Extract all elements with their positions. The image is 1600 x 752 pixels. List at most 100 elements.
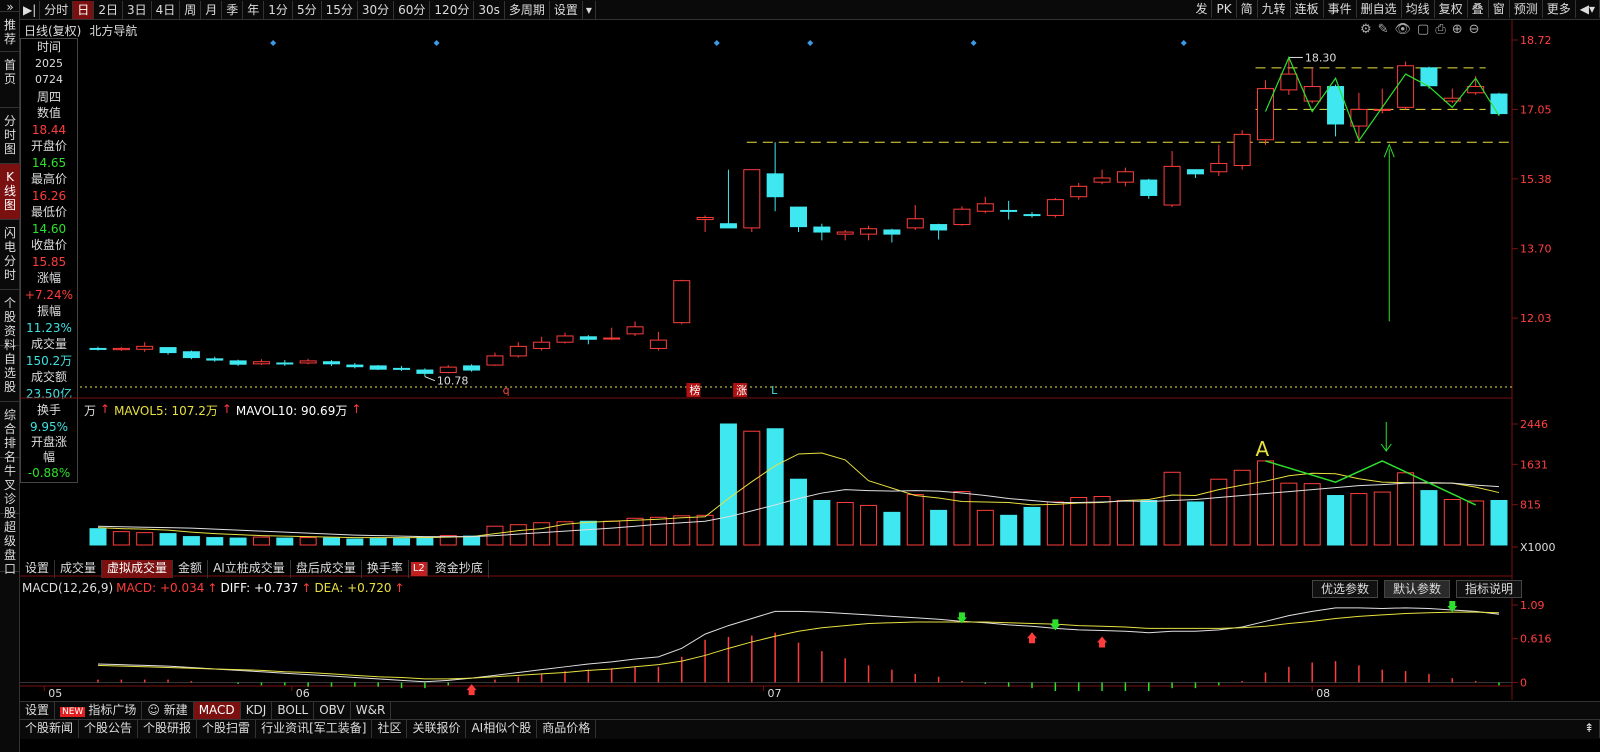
volume-bar-5 [206,537,224,546]
period-tab-9[interactable]: 1分 [264,0,293,19]
volume-bar-54 [1350,493,1368,546]
toolbar-right-item-3[interactable]: 九转 [1258,0,1291,18]
indicator-tab-2[interactable]: ☺ 新建 [142,701,194,720]
volume-bar-50 [1257,460,1274,546]
period-tab-7[interactable]: 季 [222,0,244,19]
toolbar-right-item-12[interactable]: 更多 [1543,0,1576,18]
candle-body-10 [323,361,340,365]
indicator-tab-0[interactable]: 设置 [20,701,56,720]
volume-bar-45 [1140,499,1158,546]
volume-tab-1[interactable]: 成交量 [55,560,103,578]
kline-chart[interactable]: 18.7217.0515.3813.7012.0318.3010.78q 榜涨 L2… [0,0,1600,752]
nav-item-2[interactable]: 分时图 [0,108,20,164]
change-value: +7.24% [24,287,74,302]
toolbar-right-item-11[interactable]: 预测 [1510,0,1543,18]
period-tab-11[interactable]: 15分 [322,0,358,19]
volume-tab-4[interactable]: AI立桩成交量 [208,560,291,578]
value-label: 数值 [36,106,61,120]
toolbar-right-item-0[interactable]: 发 [1191,0,1213,18]
period-tab-12[interactable]: 30分 [358,0,395,19]
toolbar-right-item-10[interactable]: 窗 [1489,0,1510,18]
bottom-tab-0[interactable]: 个股新闻 [20,720,80,738]
candle-body-27 [719,223,737,229]
bottom-tab-7[interactable]: AI相似个股 [466,720,538,738]
nav-item-0[interactable]: 推荐 [0,12,20,52]
indicator-help-button[interactable]: 指标说明 [1456,580,1523,598]
period-tab-4[interactable]: 4日 [152,0,181,19]
nav-item-5[interactable]: 个股资料 [0,290,20,352]
volume-tab-6[interactable]: 换手率 [362,560,409,578]
period-tab-0[interactable]: 分时 [40,0,74,19]
toolbar-right-item-7[interactable]: 均线 [1402,0,1435,18]
volume-tab-8[interactable]: 资金抄底 [430,560,489,578]
indicator-tab-4[interactable]: KDJ [241,701,273,720]
candle-body-34 [883,229,901,235]
toolbar-right-item-5[interactable]: 事件 [1324,0,1357,18]
volume-tab-0[interactable]: 设置 [20,560,56,578]
nav-item-3[interactable]: K线图 [0,164,20,220]
period-tab-17[interactable]: 设置 [550,0,583,19]
weekday-value: 周四 [36,89,61,104]
optimal-params-button[interactable]: 优选参数 [1312,580,1379,598]
nav-item-9[interactable]: 超级盘口 [0,514,20,576]
period-tab-10[interactable]: 5分 [293,0,322,19]
indicator-tab-7[interactable]: W&R [351,701,392,720]
candle-body-47 [1186,169,1204,175]
indicator-tab-3[interactable]: MACD [193,701,241,720]
bottom-tab-4[interactable]: 行业资讯[军工装备] [256,720,373,738]
toolbar-right-item-1[interactable]: PK [1212,0,1237,18]
high-marker-label: 18.30 [1305,51,1337,64]
period-tab-5[interactable]: 周 [180,0,202,19]
toolbar-right-item-2[interactable]: 简 [1237,0,1258,18]
event-marker-bg-1 [686,383,701,397]
candle-body-22 [603,337,621,340]
nav-collapse-icon[interactable]: » [0,0,20,13]
period-tab-8[interactable]: 年 [243,0,265,19]
period-tab-6[interactable]: 月 [201,0,223,19]
bottom-tab-6[interactable]: 关联报价 [407,720,467,738]
candle-body-2 [136,345,154,350]
scroll-top-icon[interactable]: ⇞ [1579,720,1600,738]
chart-tool-icons[interactable]: ⚙✎👁▢⎙⊕⊖ [1360,22,1486,37]
back-icon[interactable]: ◀▾ [1576,0,1600,18]
indicator-tab-1[interactable]: NEW 指标广场 [55,701,143,720]
period-tab-2[interactable]: 2日 [94,0,123,19]
volume-bar-17 [486,525,504,546]
volume-bar-12 [369,538,387,546]
bottom-tab-1[interactable]: 个股公告 [79,720,139,738]
bottom-tab-3[interactable]: 个股扫雷 [197,720,257,738]
toolbar-right-item-6[interactable]: 删自选 [1357,0,1402,18]
period-tab-3[interactable]: 3日 [123,0,152,19]
nav-item-7[interactable]: 综合排名 [0,402,20,464]
bottom-tab-5[interactable]: 社区 [372,720,408,738]
period-tab-13[interactable]: 60分 [394,0,431,19]
period-tab-16[interactable]: 多周期 [505,0,550,19]
volume-tab-3[interactable]: 金额 [173,560,209,578]
nav-item-4[interactable]: 闪电分时 [0,220,20,290]
open-value: 14.65 [31,155,67,170]
candle-body-25 [673,280,691,324]
candle-body-3 [159,347,177,354]
candle-body-20 [556,335,574,343]
nav-item-8[interactable]: 牛叉诊股 [0,458,20,520]
play-icon[interactable]: ▶| [20,0,41,19]
volume-tab-2[interactable]: 虚拟成交量 [102,560,174,578]
nav-item-1[interactable]: 首页 [0,52,20,108]
period-tab-1[interactable]: 日 [73,0,95,19]
volume-tab-5[interactable]: 盘后成交量 [291,560,362,578]
indicator-tab-5[interactable]: BOLL [272,701,315,720]
nav-item-6[interactable]: 自选股 [0,346,20,402]
indicator-tab-6[interactable]: OBV [314,701,351,720]
toolbar-right-item-9[interactable]: 叠 [1468,0,1489,18]
period-tab-14[interactable]: 120分 [430,0,475,19]
toolbar-right-item-8[interactable]: 复权 [1435,0,1468,18]
bottom-tab-2[interactable]: 个股研报 [138,720,198,738]
default-params-button[interactable]: 默认参数 [1384,580,1451,598]
period-tab-15[interactable]: 30s [474,0,505,19]
candle-body-31 [813,226,831,233]
toolbar-right-item-4[interactable]: 连板 [1291,0,1324,18]
volume-tab-7[interactable]: L2 [410,562,428,576]
volume-bar-8 [276,537,294,546]
period-dropdown-icon[interactable]: ▾ [583,0,596,19]
bottom-tab-8[interactable]: 商品价格 [537,720,597,738]
